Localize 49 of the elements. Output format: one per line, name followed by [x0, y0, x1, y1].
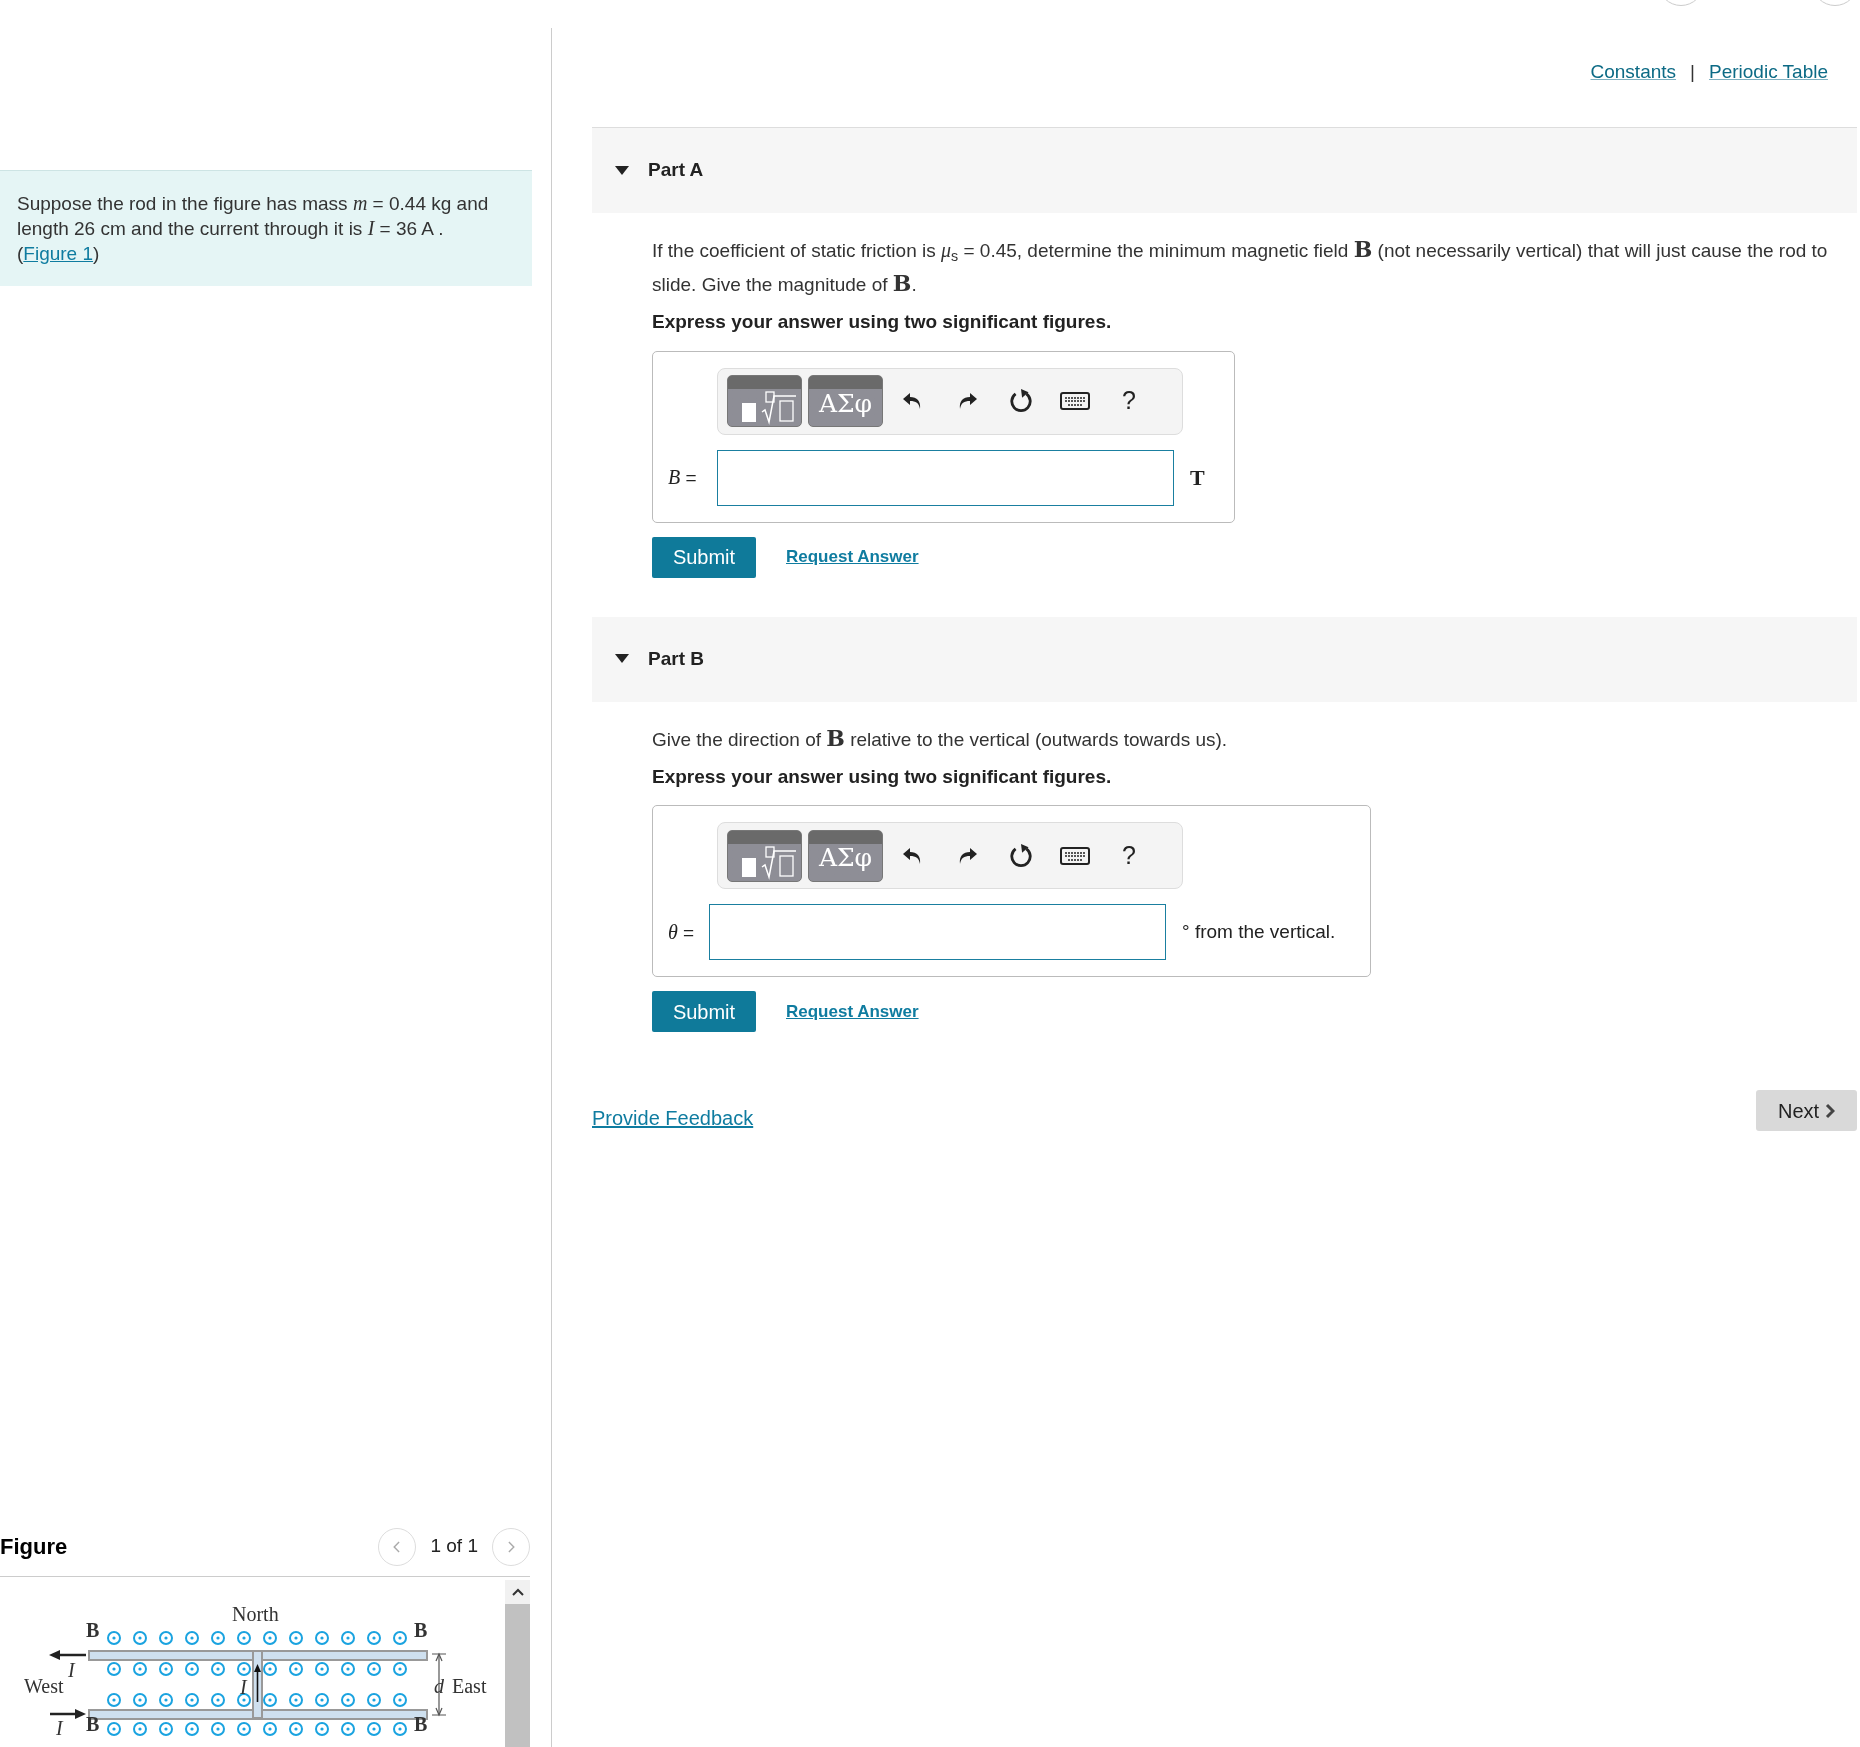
unit-label: T [1190, 464, 1205, 492]
chevron-right-icon[interactable] [1825, 1102, 1836, 1119]
current-label: I [68, 1660, 75, 1680]
header-link[interactable]: Periodic Table [1709, 58, 1828, 87]
current-arrow [49, 1650, 86, 1660]
part-header[interactable]: Part B [592, 616, 1857, 702]
field-label: B [414, 1714, 428, 1734]
compass-label: West [24, 1676, 64, 1696]
question-text: If the coefficient of static friction is μ$_{s}$ = 0.45, determine the minimum magnetic field B (not necessarily vertical) that will just cause the rod to slide. Give the magnitude of B. [652, 235, 1829, 298]
instruction-text: Express your answer using two significant figures. [652, 764, 1113, 789]
question-text: Give the direction of B relative to the vertical (outwards towards us). [652, 723, 1229, 753]
submit-button[interactable]: Submit [652, 536, 756, 578]
part-title: Part B [648, 646, 704, 671]
variable-label: B = [667, 465, 698, 491]
answer-field[interactable] [717, 449, 1174, 506]
figure-title: Figure [0, 1533, 68, 1561]
help-button[interactable]: ? [1105, 381, 1153, 421]
page-counter: 1 of 1 [430, 1534, 478, 1559]
problem-text: Suppose the rod in the figure has mass m = 0.44 kg and length 26 cm and the current through it is I = 36 A . (Figure 1) [17, 191, 490, 266]
link-separator: | [1690, 60, 1695, 84]
variable-label: θ = [667, 919, 696, 945]
part-header[interactable]: Part A [592, 128, 1857, 213]
rod [252, 1650, 263, 1719]
current-arrow [50, 1709, 86, 1719]
part-title: Part A [648, 158, 704, 183]
compass-label: North [232, 1604, 279, 1624]
template-button[interactable] [727, 829, 802, 882]
current-label: I [240, 1677, 247, 1697]
symbols-button[interactable]: ΑΣφ [808, 375, 883, 427]
symbols-button[interactable]: ΑΣφ [808, 829, 883, 882]
figure-link[interactable]: Figure 1 [23, 243, 94, 264]
field-label: B [86, 1714, 100, 1734]
submit-button[interactable]: Submit [652, 991, 756, 1032]
template-button[interactable] [727, 375, 802, 427]
distance-label: d [434, 1676, 444, 1696]
header-link[interactable]: Constants [1590, 58, 1677, 87]
feedback-link[interactable]: Provide Feedback [592, 1103, 754, 1133]
help-button[interactable]: ? [1105, 835, 1153, 876]
request-answer-link[interactable]: Request Answer [786, 998, 919, 1025]
unit-label: ° from the vertical. [1182, 919, 1336, 944]
next-button[interactable]: Next [1756, 1090, 1857, 1131]
instruction-text: Express your answer using two significant figures. [652, 310, 1113, 334]
current-label: I [56, 1718, 63, 1738]
field-label: B [414, 1620, 428, 1640]
gap-marker [431, 1652, 447, 1717]
request-answer-link[interactable]: Request Answer [786, 544, 919, 570]
answer-field[interactable] [709, 904, 1166, 960]
compass-label: East [452, 1676, 487, 1696]
field-label: B [86, 1620, 100, 1640]
